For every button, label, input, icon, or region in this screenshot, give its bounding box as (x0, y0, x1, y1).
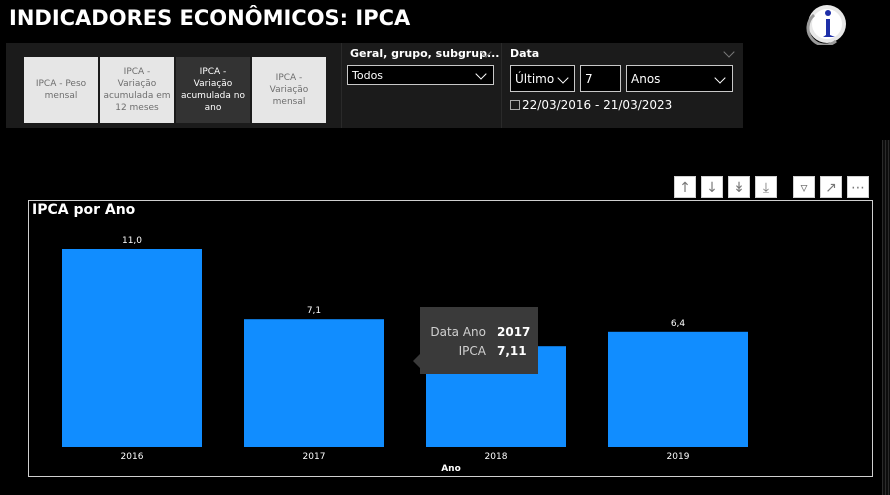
scrollbar[interactable] (882, 140, 890, 495)
tooltip-value-year: 2017 (497, 325, 531, 339)
group-dropdown-value: Todos (352, 68, 384, 82)
group-slicer-title: Geral, grupo, subgrup... (350, 47, 500, 60)
date-slicer-title: Data (510, 47, 540, 60)
date-unit-dropdown[interactable]: Anos (626, 65, 733, 92)
measure-option-acumulada-12-meses[interactable]: IPCA - Variação acumulada em 12 meses (100, 57, 174, 123)
x-tick-label-2016: 2016 (121, 452, 144, 462)
divider (501, 43, 502, 128)
tooltip-value-ipca: 7,11 (497, 344, 527, 358)
page-title: INDICADORES ECONÔMICOS: IPCA (9, 6, 411, 30)
focus-mode-icon[interactable]: ↗ (820, 176, 842, 198)
data-label-2019: 6,4 (671, 319, 686, 329)
tooltip-label-year: Data Ano (430, 325, 486, 339)
bar-2019[interactable] (608, 331, 748, 447)
more-options-icon[interactable]: ⋯ (847, 176, 869, 198)
measure-option-acumulada-no-ano[interactable]: IPCA - Variação acumulada no ano (176, 57, 250, 123)
measure-option-peso-mensal[interactable]: IPCA - Peso mensal (24, 57, 98, 123)
date-range-text: 22/03/2016 - 21/03/2023 (522, 98, 673, 112)
measure-option-variacao-mensal[interactable]: IPCA - Variação mensal (252, 57, 326, 123)
logo-icon (806, 5, 846, 45)
bar-2016[interactable] (62, 249, 202, 447)
chevron-down-icon (557, 72, 569, 84)
group-dropdown[interactable]: Todos (347, 65, 494, 85)
tooltip-label-ipca: IPCA (458, 344, 486, 358)
x-tick-label-2019: 2019 (667, 452, 690, 462)
arrow-down-icon[interactable]: ↓ (701, 176, 723, 198)
x-axis-label: Ano (441, 464, 461, 474)
x-tick-label-2017: 2017 (303, 452, 326, 462)
divider (341, 43, 342, 128)
filter-panel: IPCA - Peso mensal IPCA - Variação acumu… (6, 43, 743, 128)
date-mode-value: Último (515, 71, 555, 86)
date-count-input[interactable]: 7 (580, 65, 621, 92)
date-mode-dropdown[interactable]: Último (510, 65, 575, 92)
bar-2017[interactable] (244, 319, 384, 447)
filter-icon[interactable]: ▿ (793, 176, 815, 198)
expand-hierarchy-icon[interactable]: ⤓ (755, 176, 777, 198)
chevron-down-icon (714, 72, 726, 84)
double-arrow-down-icon[interactable]: ↡ (728, 176, 750, 198)
date-count-value: 7 (585, 71, 593, 86)
x-tick-label-2018: 2018 (485, 452, 508, 462)
date-unit-value: Anos (631, 71, 661, 86)
chevron-down-icon (475, 68, 487, 80)
tooltip: Data Ano 2017 IPCA 7,11 (413, 307, 538, 374)
arrow-up-icon[interactable]: ↑ (674, 176, 696, 198)
calendar-icon (510, 100, 520, 110)
data-label-2017: 7,1 (307, 306, 321, 316)
data-label-2016: 11,0 (122, 236, 142, 246)
chevron-down-icon[interactable] (723, 46, 735, 58)
